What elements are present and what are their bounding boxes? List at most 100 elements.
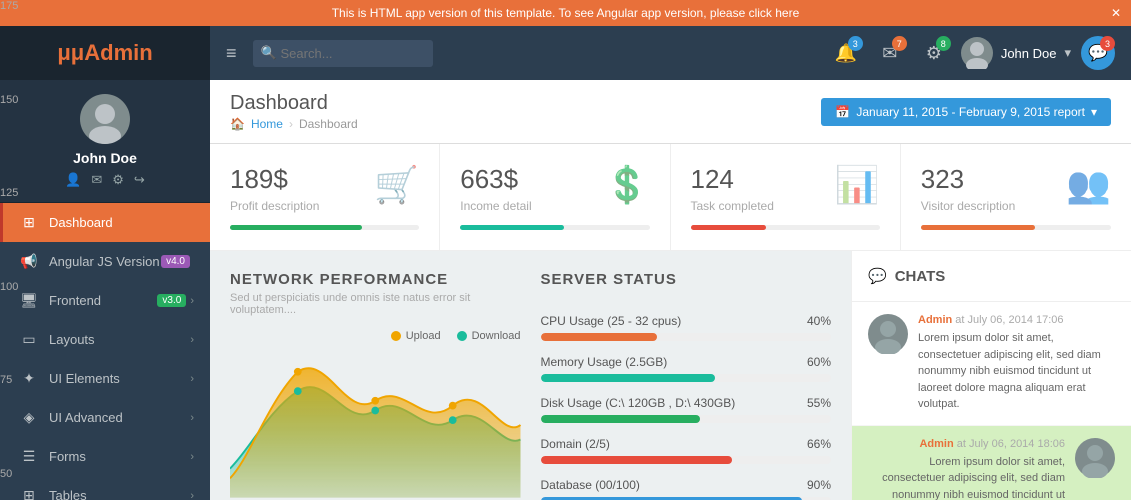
date-range-button[interactable]: 📅 January 11, 2015 - February 9, 2015 re… xyxy=(821,98,1111,126)
income-bar-fill xyxy=(460,225,564,230)
page-title-section: Dashboard 🏠 Home › Dashboard xyxy=(230,92,358,131)
visitors-bar xyxy=(921,225,1111,230)
sidebar-nav: ⊞ Dashboard 📢 Angular JS Version v4.0 🖥 … xyxy=(0,203,210,500)
sidebar-username: John Doe xyxy=(73,150,137,166)
angular-icon: 📢 xyxy=(19,253,39,270)
chat-username-2[interactable]: Admin xyxy=(919,438,953,450)
upload-legend-dot xyxy=(391,331,401,341)
chat-body-1: Admin at July 06, 2014 17:06 Lorem ipsum… xyxy=(918,314,1115,413)
upload-legend-label: Upload xyxy=(406,330,441,342)
main-content: Dashboard 🏠 Home › Dashboard 📅 January 1… xyxy=(210,80,1131,500)
sidebar-item-label: Frontend xyxy=(49,293,157,308)
chart-icon: 📊 xyxy=(835,164,880,206)
sidebar-item-ui-advanced[interactable]: ◈ UI Advanced › xyxy=(0,398,210,437)
domain-bar xyxy=(541,456,832,464)
sidebar-item-tables[interactable]: ⊞ Tables › xyxy=(0,476,210,500)
sidebar-item-label: UI Advanced xyxy=(49,410,190,425)
sidebar-logo: μμAdmin xyxy=(57,40,152,66)
frontend-badge: v3.0 xyxy=(157,294,186,307)
search-input[interactable] xyxy=(253,40,433,67)
tasks-bar xyxy=(691,225,880,230)
memory-percent: 60% xyxy=(807,355,831,369)
stats-row: 189$ Profit description 🛒 663$ Income de… xyxy=(210,144,1131,251)
tasks-bar-fill xyxy=(691,225,767,230)
stat-card-visitors: 323 Visitor description 👥 xyxy=(901,144,1131,250)
sidebar-item-angular[interactable]: 📢 Angular JS Version v4.0 xyxy=(0,242,210,281)
income-bar xyxy=(460,225,649,230)
page-title: Dashboard xyxy=(230,92,358,115)
sidebar-item-label: UI Elements xyxy=(49,371,190,386)
top-bar-message: This is HTML app version of this templat… xyxy=(332,6,800,20)
chevron-right-icon: › xyxy=(190,295,194,307)
sidebar-item-dashboard[interactable]: ⊞ Dashboard xyxy=(0,203,210,242)
sidebar-item-frontend[interactable]: 🖥 Frontend v3.0 › xyxy=(0,281,210,320)
chat-text-2: Lorem ipsum dolor sit amet, consectetuer… xyxy=(868,454,1065,500)
user-email-icon[interactable]: ✉ xyxy=(91,172,102,188)
header-search: 🔍 xyxy=(253,40,433,67)
user-logout-icon[interactable]: ↪ xyxy=(134,172,145,188)
settings-button[interactable]: ⚙ 8 xyxy=(917,36,951,70)
messages-button[interactable]: ✉ 7 xyxy=(873,36,907,70)
main-header: ≡ 🔍 🔔 3 ✉ 7 ⚙ 8 xyxy=(210,26,1131,80)
date-range-label: January 11, 2015 - February 9, 2015 repo… xyxy=(856,105,1085,119)
sidebar-user-avatar xyxy=(80,94,130,144)
chat-avatar-1 xyxy=(868,314,908,354)
sidebar-item-label: Angular JS Version xyxy=(49,254,161,269)
toggle-sidebar-button[interactable]: ≡ xyxy=(226,43,237,64)
network-subtitle: Sed ut perspiciatis unde omnis iste natu… xyxy=(230,292,521,316)
settings-count: 8 xyxy=(936,36,951,51)
notifications-button[interactable]: 🔔 3 xyxy=(829,36,863,70)
server-metric-disk: Disk Usage (C:\ 120GB , D:\ 430GB) 55% xyxy=(541,396,832,423)
domain-label: Domain (2/5) 66% xyxy=(541,437,832,451)
ui-elements-icon: ✦ xyxy=(19,370,39,387)
notifications-count: 3 xyxy=(848,36,863,51)
upload-area xyxy=(230,368,521,497)
profit-bar xyxy=(230,225,419,230)
sidebar-item-ui-elements[interactable]: ✦ UI Elements › xyxy=(0,359,210,398)
tables-icon: ⊞ xyxy=(19,487,39,500)
visitors-bar-fill xyxy=(921,225,1035,230)
header-right: 🔔 3 ✉ 7 ⚙ 8 xyxy=(829,36,1115,70)
sidebar-item-label: Forms xyxy=(49,449,190,464)
header-username: John Doe xyxy=(1001,46,1057,61)
chart-container: 175 150 125 100 75 50 xyxy=(230,350,521,500)
server-metric-memory: Memory Usage (2.5GB) 60% xyxy=(541,355,832,382)
header-left: ≡ 🔍 xyxy=(226,40,433,67)
user-profile-icon[interactable]: 👤 xyxy=(65,172,81,188)
dollar-icon: 💲 xyxy=(605,164,650,206)
sidebar-user-section: John Doe 👤 ✉ ⚙ ↪ xyxy=(0,80,210,203)
chat-bubble-icon: 💬 xyxy=(868,267,887,285)
server-title: SERVER STATUS xyxy=(541,271,832,288)
sidebar-user-actions: 👤 ✉ ⚙ ↪ xyxy=(65,172,145,188)
profit-bar-fill xyxy=(230,225,362,230)
chart-dot xyxy=(294,387,302,395)
stat-card-profit: 189$ Profit description 🛒 xyxy=(210,144,440,250)
date-range-caret-icon: ▾ xyxy=(1091,105,1097,119)
sidebar: μμAdmin John Doe 👤 ✉ ⚙ ↪ ⊞ Dashboard xyxy=(0,26,210,500)
chat-timestamp-2: at July 06, 2014 18:06 xyxy=(957,438,1065,450)
chart-dot xyxy=(371,407,379,415)
memory-bar-fill xyxy=(541,374,715,382)
user-settings-icon[interactable]: ⚙ xyxy=(112,172,124,188)
content-main: NETWORK PERFORMANCE Sed ut perspiciatis … xyxy=(210,251,851,500)
chat-badge-area: 💬 3 xyxy=(1081,36,1115,70)
breadcrumb-current: Dashboard xyxy=(299,117,358,131)
sidebar-item-layouts[interactable]: ▭ Layouts › xyxy=(0,320,210,359)
chat-meta-2: Admin at July 06, 2014 18:06 xyxy=(868,438,1065,450)
user-menu-button[interactable]: John Doe ▾ xyxy=(961,37,1071,69)
breadcrumb-home-link[interactable]: Home xyxy=(251,117,283,131)
top-notification-bar: This is HTML app version of this templat… xyxy=(0,0,1131,26)
chevron-right-icon: › xyxy=(190,412,194,424)
sidebar-item-forms[interactable]: ☰ Forms › xyxy=(0,437,210,476)
breadcrumb-separator: › xyxy=(289,117,293,131)
dashboard-icon: ⊞ xyxy=(19,214,39,231)
disk-percent: 55% xyxy=(807,396,831,410)
chevron-right-icon: › xyxy=(190,490,194,500)
chat-text-1: Lorem ipsum dolor sit amet, consectetuer… xyxy=(918,330,1115,413)
server-status-section: SERVER STATUS CPU Usage (25 - 32 cpus) 4… xyxy=(541,271,832,500)
chart-legend: Upload Download xyxy=(230,330,521,342)
cpu-bar xyxy=(541,333,832,341)
chat-count-badge: 3 xyxy=(1100,36,1115,51)
close-topbar-button[interactable]: ✕ xyxy=(1111,6,1121,20)
chat-username-1[interactable]: Admin xyxy=(918,314,952,326)
